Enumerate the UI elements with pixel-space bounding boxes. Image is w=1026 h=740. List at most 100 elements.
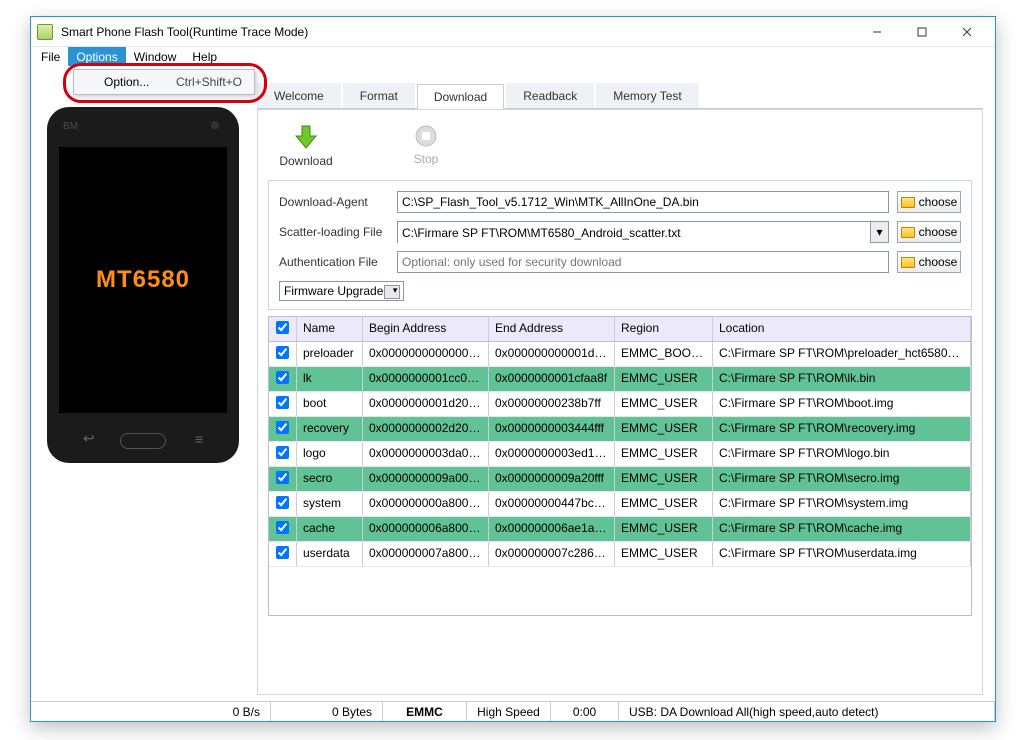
row-begin: 0x0000000002d20000 — [363, 417, 489, 441]
row-checkbox[interactable] — [269, 342, 297, 366]
row-checkbox[interactable] — [269, 417, 297, 441]
row-region: EMMC_USER — [615, 367, 713, 391]
row-end: 0x000000006ae1a0cf — [489, 517, 615, 541]
row-location: C:\Firmare SP FT\ROM\lk.bin — [713, 367, 971, 391]
row-location: C:\Firmare SP FT\ROM\secro.img — [713, 467, 971, 491]
row-end: 0x0000000001cfaa8f — [489, 367, 615, 391]
row-location: C:\Firmare SP FT\ROM\preloader_hct6580_w… — [713, 342, 971, 366]
table-row[interactable]: boot0x0000000001d200000x00000000238b7ffE… — [269, 392, 971, 417]
row-begin: 0x0000000001d20000 — [363, 392, 489, 416]
choose-scatter-button[interactable]: choose — [897, 221, 961, 243]
row-checkbox[interactable] — [269, 442, 297, 466]
menu-icon: ≡ — [195, 431, 203, 447]
header-name[interactable]: Name — [297, 317, 363, 341]
download-button[interactable]: Download — [276, 124, 336, 168]
row-checkbox[interactable] — [269, 492, 297, 516]
phone-brand: BM — [63, 121, 78, 132]
row-name: boot — [297, 392, 363, 416]
header-begin[interactable]: Begin Address — [363, 317, 489, 341]
table-header: Name Begin Address End Address Region Lo… — [269, 317, 971, 342]
header-checkbox[interactable] — [269, 317, 297, 341]
flash-mode-select[interactable]: Firmware Upgrade — [279, 281, 404, 301]
status-bytes: 0 Bytes — [271, 702, 383, 721]
download-panel: Download Stop Download-Agent choose Scat… — [257, 109, 983, 695]
dropdown-option-label: Option... — [104, 75, 149, 89]
auth-label: Authentication File — [279, 255, 389, 269]
row-name: userdata — [297, 542, 363, 566]
row-end: 0x000000000001d3a7 — [489, 342, 615, 366]
row-begin: 0x0000000009a00000 — [363, 467, 489, 491]
options-dropdown: Option... Ctrl+Shift+O — [73, 69, 255, 95]
table-row[interactable]: cache0x000000006a8000000x000000006ae1a0c… — [269, 517, 971, 542]
row-location: C:\Firmare SP FT\ROM\userdata.img — [713, 542, 971, 566]
row-region: EMMC_USER — [615, 492, 713, 516]
stop-button[interactable]: Stop — [396, 124, 456, 168]
table-row[interactable]: lk0x0000000001cc00000x0000000001cfaa8fEM… — [269, 367, 971, 392]
row-region: EMMC_USER — [615, 517, 713, 541]
row-region: EMMC_USER — [615, 442, 713, 466]
tab-download[interactable]: Download — [417, 84, 504, 109]
stop-icon — [414, 124, 438, 148]
row-begin: 0x000000006a800000 — [363, 517, 489, 541]
close-button[interactable] — [944, 18, 989, 46]
folder-icon — [901, 257, 915, 268]
row-begin: 0x000000000a800000 — [363, 492, 489, 516]
scatter-dropdown-icon[interactable]: ▾ — [870, 222, 888, 242]
row-end: 0x00000000447bca7b — [489, 492, 615, 516]
maximize-button[interactable] — [899, 18, 944, 46]
minimize-button[interactable] — [854, 18, 899, 46]
tab-readback[interactable]: Readback — [506, 83, 594, 108]
row-end: 0x0000000009a20fff — [489, 467, 615, 491]
row-checkbox[interactable] — [269, 542, 297, 566]
da-label: Download-Agent — [279, 195, 389, 209]
scatter-file-input[interactable] — [398, 222, 870, 244]
menu-window[interactable]: Window — [126, 47, 185, 66]
menu-options[interactable]: Options — [68, 47, 125, 66]
camera-icon — [211, 121, 219, 129]
choose-da-button[interactable]: choose — [897, 191, 961, 213]
header-location[interactable]: Location — [713, 317, 971, 341]
row-checkbox[interactable] — [269, 467, 297, 491]
download-arrow-icon — [293, 124, 319, 150]
table-row[interactable]: userdata0x000000007a8000000x000000007c28… — [269, 542, 971, 567]
row-location: C:\Firmare SP FT\ROM\boot.img — [713, 392, 971, 416]
row-name: lk — [297, 367, 363, 391]
row-name: secro — [297, 467, 363, 491]
status-time: 0:00 — [551, 702, 619, 721]
partition-table: Name Begin Address End Address Region Lo… — [268, 316, 972, 616]
phone-chip-label: MT6580 — [96, 266, 190, 294]
status-speed: High Speed — [467, 702, 551, 721]
menu-file[interactable]: File — [33, 47, 68, 66]
tab-memory-test[interactable]: Memory Test — [596, 83, 698, 108]
table-row[interactable]: preloader0x00000000000000000x00000000000… — [269, 342, 971, 367]
status-storage: EMMC — [383, 702, 467, 721]
titlebar: Smart Phone Flash Tool(Runtime Trace Mod… — [31, 17, 995, 47]
row-location: C:\Firmare SP FT\ROM\logo.bin — [713, 442, 971, 466]
auth-file-input[interactable] — [397, 251, 889, 273]
back-icon: ↩ — [83, 430, 95, 447]
download-agent-input[interactable] — [397, 191, 889, 213]
row-name: cache — [297, 517, 363, 541]
row-checkbox[interactable] — [269, 367, 297, 391]
header-region[interactable]: Region — [615, 317, 713, 341]
tab-format[interactable]: Format — [343, 83, 415, 108]
header-end[interactable]: End Address — [489, 317, 615, 341]
dropdown-option[interactable]: Option... Ctrl+Shift+O — [74, 70, 254, 94]
table-row[interactable]: logo0x0000000003da00000x0000000003ed1397… — [269, 442, 971, 467]
row-begin: 0x0000000000000000 — [363, 342, 489, 366]
row-checkbox[interactable] — [269, 392, 297, 416]
home-icon — [120, 433, 166, 449]
table-row[interactable]: recovery0x0000000002d200000x000000000344… — [269, 417, 971, 442]
table-row[interactable]: system0x000000000a8000000x00000000447bca… — [269, 492, 971, 517]
row-checkbox[interactable] — [269, 517, 297, 541]
table-row[interactable]: secro0x0000000009a000000x0000000009a20ff… — [269, 467, 971, 492]
choose-auth-button[interactable]: choose — [897, 251, 961, 273]
row-location: C:\Firmare SP FT\ROM\recovery.img — [713, 417, 971, 441]
menu-help[interactable]: Help — [184, 47, 225, 66]
tab-welcome[interactable]: Welcome — [257, 83, 341, 108]
tab-strip: Welcome Format Download Readback Memory … — [257, 83, 983, 109]
dropdown-shortcut: Ctrl+Shift+O — [176, 75, 242, 89]
row-end: 0x000000007c28624f — [489, 542, 615, 566]
status-rate: 0 B/s — [31, 702, 271, 721]
row-location: C:\Firmare SP FT\ROM\cache.img — [713, 517, 971, 541]
